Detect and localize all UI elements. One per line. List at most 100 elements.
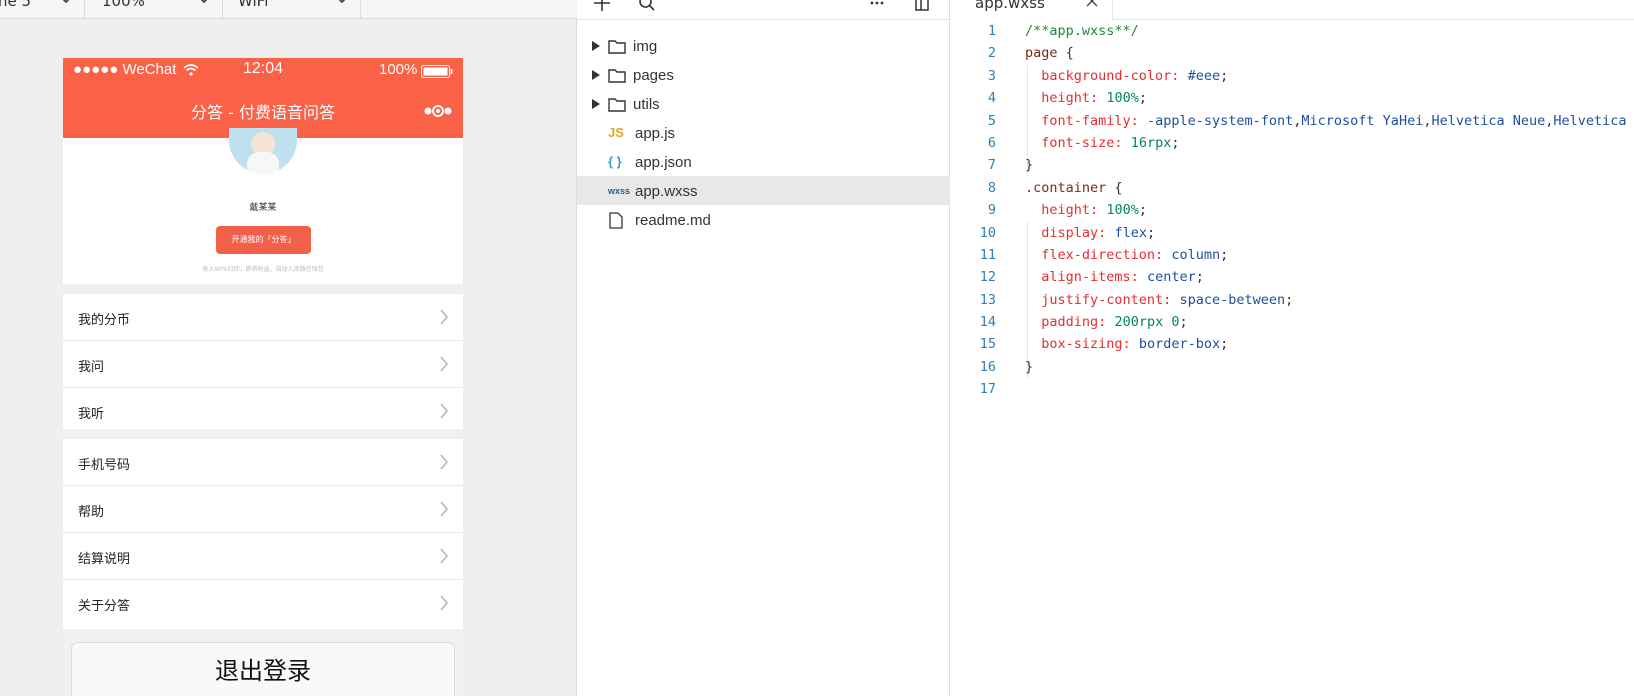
line-number: 17 xyxy=(979,381,996,398)
code-line: 11 flex-direction: column; xyxy=(951,244,1634,266)
chevron-down-icon xyxy=(338,0,346,4)
profile-name: 戴某某 xyxy=(249,203,277,213)
line-number: 11 xyxy=(979,246,996,263)
menu-item-help[interactable]: 帮助 xyxy=(63,486,463,533)
add-icon[interactable] xyxy=(593,0,611,12)
tree-item-label: readme.md xyxy=(635,212,711,229)
line-number: 2 xyxy=(987,45,996,62)
code-line: 4 height: 100%; xyxy=(951,87,1634,109)
file-tree-toolbar xyxy=(577,0,950,20)
line-number: 15 xyxy=(979,336,996,353)
editor-pane: app.wxss 1 /**app.wxss**/ 2 page {3 backgro… xyxy=(951,0,1634,696)
tree-file-app-wxss[interactable]: wxss app.wxss xyxy=(577,176,950,205)
tab-app-wxss[interactable]: app.wxss xyxy=(951,0,1113,20)
tree-folder-utils[interactable]: utils xyxy=(577,89,950,118)
line-number: 8 xyxy=(987,179,996,196)
chevron-right-icon xyxy=(440,309,448,325)
folder-icon xyxy=(608,40,626,54)
code-text: height: 100%; xyxy=(1041,202,1147,219)
tree-file-app-json[interactable]: { } app.json xyxy=(577,147,950,176)
tab-label: app.wxss xyxy=(975,0,1045,12)
simulator-pane: ne 5 100% WiFi ●●●●● WeChat 12:04 100% 分… xyxy=(0,0,577,696)
menu-item-my-questions[interactable]: 我问 xyxy=(63,341,463,388)
code-line: 8 .container { xyxy=(951,177,1634,199)
network-dropdown[interactable]: WiFi xyxy=(224,0,361,19)
chevron-right-icon xyxy=(440,548,448,564)
line-number: 9 xyxy=(987,202,996,219)
code-line: 16} xyxy=(951,356,1634,378)
network-dropdown-value: WiFi xyxy=(238,0,269,10)
chevron-down-icon xyxy=(200,0,208,4)
device-dropdown-value: ne 5 xyxy=(0,0,32,10)
menu-item-label: 结算说明 xyxy=(78,552,131,567)
line-number: 1 xyxy=(987,23,996,39)
code-line: 10 display: flex; xyxy=(951,222,1634,244)
code-line: 1 /**app.wxss**/ xyxy=(951,20,1634,42)
menu-item-label: 我听 xyxy=(78,407,105,422)
code-text: justify-content: space-between; xyxy=(1041,291,1294,308)
menu-item-coins[interactable]: 我的分币 xyxy=(63,294,463,341)
code-text: display: flex; xyxy=(1041,224,1156,241)
tree-item-label: utils xyxy=(633,96,660,113)
more-horizontal-icon[interactable] xyxy=(870,0,884,6)
code-text: flex-direction: column; xyxy=(1041,246,1229,263)
more-dots-icon[interactable] xyxy=(423,105,453,117)
tree-item-label: app.wxss xyxy=(635,183,698,200)
wxss-file-icon: wxss xyxy=(608,186,631,196)
line-number: 16 xyxy=(979,358,996,375)
tree-folder-pages[interactable]: pages xyxy=(577,60,950,89)
phone-screen: ●●●●● WeChat 12:04 100% 分答 - 付费语音问答 戴某某 … xyxy=(63,58,463,696)
battery-icon xyxy=(421,65,453,78)
menu-item-label: 手机号码 xyxy=(78,458,131,473)
code-line: 5 font-family: -apple-system-font,Micros… xyxy=(951,110,1634,132)
zoom-dropdown[interactable]: 100% xyxy=(86,0,223,19)
caret-right-icon[interactable] xyxy=(592,99,600,109)
code-text: .container { xyxy=(1025,179,1123,196)
open-fenda-button[interactable]: 开通我的「分答」 xyxy=(216,226,311,254)
device-dropdown[interactable]: ne 5 xyxy=(0,0,85,19)
chevron-right-icon xyxy=(440,356,448,372)
tree-file-readme[interactable]: readme.md xyxy=(577,205,950,234)
status-battery-text: 100% xyxy=(379,61,418,78)
layout-toggle-icon[interactable] xyxy=(914,0,930,12)
code-line: 13 justify-content: space-between; xyxy=(951,289,1634,311)
folder-icon xyxy=(608,69,626,83)
code-line: 12 align-items: center; xyxy=(951,266,1634,288)
code-text: } xyxy=(1025,157,1034,174)
code-text: align-items: center; xyxy=(1041,269,1204,286)
logout-button[interactable]: 退出登录 xyxy=(71,642,455,696)
close-icon[interactable] xyxy=(1085,0,1099,8)
devtools-window: ne 5 100% WiFi ●●●●● WeChat 12:04 100% 分… xyxy=(0,0,1634,696)
code-text: /**app.wxss**/ xyxy=(1025,23,1139,39)
menu-item-my-listens[interactable]: 我听 xyxy=(63,388,463,435)
tree-item-label: img xyxy=(633,38,658,55)
chevron-right-icon xyxy=(440,454,448,470)
menu-group-settings: 手机号码 帮助 结算说明 关于分答 xyxy=(63,439,463,629)
line-number: 5 xyxy=(987,112,996,129)
simulator-toolbar: ne 5 100% WiFi xyxy=(0,0,577,19)
zoom-dropdown-value: 100% xyxy=(102,0,145,10)
tree-file-app-js[interactable]: JS app.js xyxy=(577,118,950,147)
caret-right-icon[interactable] xyxy=(592,41,600,51)
menu-item-about[interactable]: 关于分答 xyxy=(63,580,463,627)
menu-item-label: 帮助 xyxy=(78,505,105,520)
chevron-right-icon xyxy=(440,501,448,517)
chevron-down-icon xyxy=(62,0,70,4)
line-number: 3 xyxy=(987,67,996,84)
nav-title: 分答 - 付费语音问答 xyxy=(191,103,335,122)
code-text: height: 100%; xyxy=(1041,90,1147,107)
code-line: 9 height: 100%; xyxy=(951,199,1634,221)
search-icon[interactable] xyxy=(638,0,656,12)
code-area[interactable]: 1 /**app.wxss**/ 2 page {3 background-color… xyxy=(951,20,1634,401)
code-text: page { xyxy=(1025,45,1074,62)
line-number: 13 xyxy=(979,291,996,308)
tree-folder-img[interactable]: img xyxy=(577,31,950,60)
menu-item-phone[interactable]: 手机号码 xyxy=(63,439,463,486)
caret-right-icon[interactable] xyxy=(592,70,600,80)
json-file-icon: { } xyxy=(608,154,622,169)
line-number: 10 xyxy=(979,224,996,241)
code-text: font-family: -apple-system-font,Microsof… xyxy=(1041,112,1627,129)
file-icon xyxy=(609,212,623,229)
menu-item-settlement[interactable]: 结算说明 xyxy=(63,533,463,580)
code-line: 6 font-size: 16rpx; xyxy=(951,132,1634,154)
